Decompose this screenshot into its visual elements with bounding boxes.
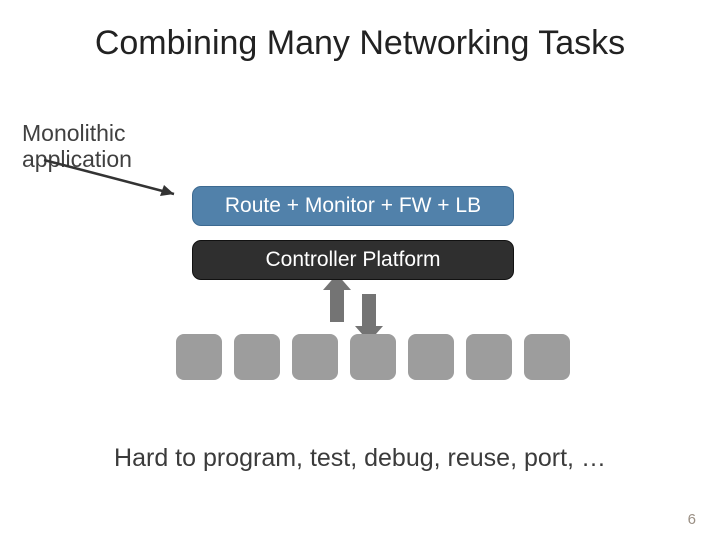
application-box: Route + Monitor + FW + LB (192, 186, 514, 226)
switch-node (176, 334, 222, 380)
switch-node (350, 334, 396, 380)
page-number: 6 (688, 511, 696, 528)
switch-node (292, 334, 338, 380)
switch-node (524, 334, 570, 380)
arrow-to-app-icon (38, 148, 198, 208)
footer-text: Hard to program, test, debug, reuse, por… (0, 444, 720, 473)
switch-node (408, 334, 454, 380)
node-row (176, 334, 570, 380)
switch-node (466, 334, 512, 380)
controller-box: Controller Platform (192, 240, 514, 280)
bidirectional-arrows-icon (323, 280, 385, 336)
switch-node (234, 334, 280, 380)
slide-title: Combining Many Networking Tasks (0, 24, 720, 63)
